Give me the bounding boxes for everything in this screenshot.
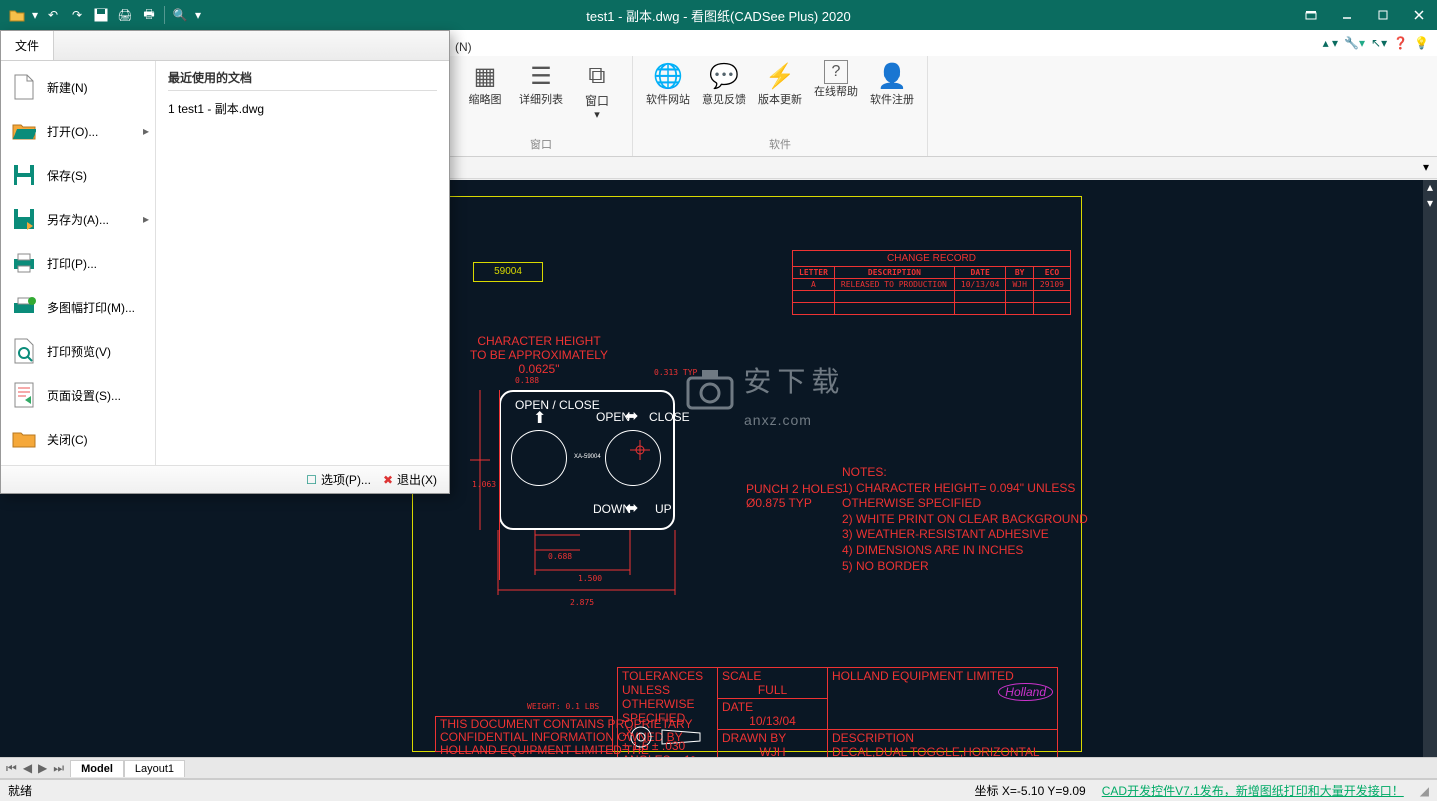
titlebar: ▾ ↶ ↷ 🖨 🖶 🔍 ▾ test1 - 副本.dwg - 看图纸(CADSe… — [0, 0, 1437, 30]
file-menu: 文件 新建(N) 打开(O)...▸ 保存(S) 另存为(A)...▸ 打印(P… — [0, 30, 450, 494]
weight-label: WEIGHT: 0.1 LBS — [527, 702, 599, 711]
website-button[interactable]: 🌐软件网站 — [643, 60, 693, 107]
thumbnails-button[interactable]: ▦缩略图 — [460, 60, 510, 107]
doc-tab-dropdown-icon[interactable]: ▾ — [1423, 160, 1429, 174]
help-icon[interactable]: ❓ — [1393, 36, 1408, 50]
tab-last-icon[interactable]: ⏭ — [51, 761, 66, 776]
window-button[interactable]: ⧉窗口▾ — [572, 60, 622, 122]
bulb-icon[interactable]: 💡 — [1414, 36, 1429, 50]
status-coords: 坐标 X=-5.10 Y=9.09 — [975, 782, 1086, 799]
options-icon: ☐ — [306, 473, 317, 487]
update-button[interactable]: ⚡版本更新 — [755, 60, 805, 107]
undo-icon[interactable]: ↶ — [42, 4, 64, 26]
minimize-button[interactable] — [1329, 0, 1365, 30]
exit-button[interactable]: ✖退出(X) — [383, 471, 437, 488]
vertical-scrollbar[interactable]: ▴ ▾ — [1423, 180, 1437, 757]
menu-saveas[interactable]: 另存为(A)...▸ — [1, 197, 155, 241]
wrench-icon[interactable]: 🔧▾ — [1344, 36, 1365, 50]
submenu-arrow-icon: ▸ — [143, 212, 149, 226]
ribbon-tab-suffix: (N) — [455, 40, 472, 54]
window-controls — [1293, 0, 1437, 30]
ribbon-group-window: ▦缩略图 ☰详细列表 ⧉窗口▾ 窗口 — [450, 56, 633, 156]
preview-icon — [11, 338, 37, 364]
dropdown-icon[interactable]: ▾ — [30, 4, 40, 26]
status-ready: 就绪 — [8, 782, 32, 799]
status-bar: 就绪 坐标 X=-5.10 Y=9.09 CAD开发控件V7.1发布，新增图纸打… — [0, 779, 1437, 801]
open-folder-icon — [11, 118, 37, 144]
menu-save[interactable]: 保存(S) — [1, 153, 155, 197]
quick-access-toolbar: ▾ ↶ ↷ 🖨 🖶 🔍 ▾ — [0, 4, 209, 26]
register-button[interactable]: 👤软件注册 — [867, 60, 917, 107]
tab-layout1[interactable]: Layout1 — [124, 760, 185, 777]
pagesetup-icon — [11, 382, 37, 408]
print-icon — [11, 250, 37, 276]
cursor-icon[interactable]: ↖▾ — [1371, 36, 1387, 50]
detail-list-button[interactable]: ☰详细列表 — [516, 60, 566, 107]
part-number-box: 59004 — [473, 262, 543, 282]
open-file-icon[interactable] — [6, 4, 28, 26]
restore-panel-icon[interactable] — [1293, 0, 1329, 30]
file-menu-right: 最近使用的文档 1 test1 - 副本.dwg — [156, 61, 449, 465]
feedback-button[interactable]: 💬意见反馈 — [699, 60, 749, 107]
scroll-down-icon[interactable]: ▾ — [1423, 196, 1437, 210]
preview-icon[interactable]: 🔍 — [169, 4, 191, 26]
new-file-icon — [11, 74, 37, 100]
menu-preview[interactable]: 打印预览(V) — [1, 329, 155, 373]
recent-file-1[interactable]: 1 test1 - 副本.dwg — [168, 97, 437, 120]
window-title: test1 - 副本.dwg - 看图纸(CADSee Plus) 2020 — [586, 6, 850, 25]
menu-open[interactable]: 打开(O)...▸ — [1, 109, 155, 153]
menu-pagesetup[interactable]: 页面设置(S)... — [1, 373, 155, 417]
scroll-up-icon[interactable]: ▴ — [1423, 180, 1437, 194]
promo-link[interactable]: CAD开发控件V7.1发布，新增图纸打印和大量开发接口！ — [1102, 782, 1404, 799]
exit-icon: ✖ — [383, 473, 393, 487]
ribbon-group-software: 🌐软件网站 💬意见反馈 ⚡版本更新 ?在线帮助 👤软件注册 软件 — [633, 56, 928, 156]
menu-new[interactable]: 新建(N) — [1, 65, 155, 109]
saveas-icon — [11, 206, 37, 232]
menu-close[interactable]: 关闭(C) — [1, 417, 155, 461]
tab-model[interactable]: Model — [70, 760, 124, 777]
status-resize-grip-icon[interactable]: ◢ — [1420, 784, 1429, 798]
submenu-arrow-icon: ▸ — [143, 124, 149, 138]
tab-next-icon[interactable]: ▶ — [36, 761, 49, 776]
qat-dropdown-icon[interactable]: ▾ — [193, 4, 203, 26]
options-button[interactable]: ☐选项(P)... — [306, 471, 371, 488]
save-disk-icon — [11, 162, 37, 188]
tab-first-icon[interactable]: ⏮ — [4, 761, 19, 776]
help-dropdown-icon[interactable]: ▴ ▾ — [1323, 36, 1338, 50]
char-height-note: CHARACTER HEIGHT TO BE APPROXIMATELY 0.0… — [464, 334, 614, 376]
menu-print[interactable]: 打印(P)... — [1, 241, 155, 285]
title-block: TOLERANCES UNLESS OTHERWISE SPECIFIED .X… — [617, 667, 1058, 757]
close-folder-icon — [11, 426, 37, 452]
dim-0313: 0.313 TYP — [654, 368, 697, 377]
save-icon[interactable] — [90, 4, 112, 26]
menu-multiprint[interactable]: 多图幅打印(M)... — [1, 285, 155, 329]
help-icons-row: ▴ ▾ 🔧▾ ↖▾ ❓ 💡 — [1323, 36, 1429, 50]
maximize-button[interactable] — [1365, 0, 1401, 30]
change-record-table: CHANGE RECORD LETTERDESCRIPTIONDATEBYECO… — [792, 250, 1071, 315]
file-menu-tab[interactable]: 文件 — [1, 31, 54, 60]
online-help-button[interactable]: ?在线帮助 — [811, 60, 861, 99]
recent-docs-header: 最近使用的文档 — [168, 69, 437, 91]
punch-note: PUNCH 2 HOLESØ0.875 TYP — [746, 482, 843, 510]
plot-icon[interactable]: 🖶 — [138, 4, 160, 26]
file-menu-left: 新建(N) 打开(O)...▸ 保存(S) 另存为(A)...▸ 打印(P)..… — [1, 61, 156, 465]
print-icon[interactable]: 🖨 — [114, 4, 136, 26]
tab-prev-icon[interactable]: ◀ — [21, 761, 34, 776]
drawing-notes: NOTES: 1) CHARACTER HEIGHT= 0.094" UNLES… — [842, 465, 1088, 574]
multiprint-icon — [11, 294, 37, 320]
layout-tab-strip: ⏮ ◀ ▶ ⏭ Model Layout1 — [0, 757, 1437, 779]
close-button[interactable] — [1401, 0, 1437, 30]
redo-icon[interactable]: ↷ — [66, 4, 88, 26]
